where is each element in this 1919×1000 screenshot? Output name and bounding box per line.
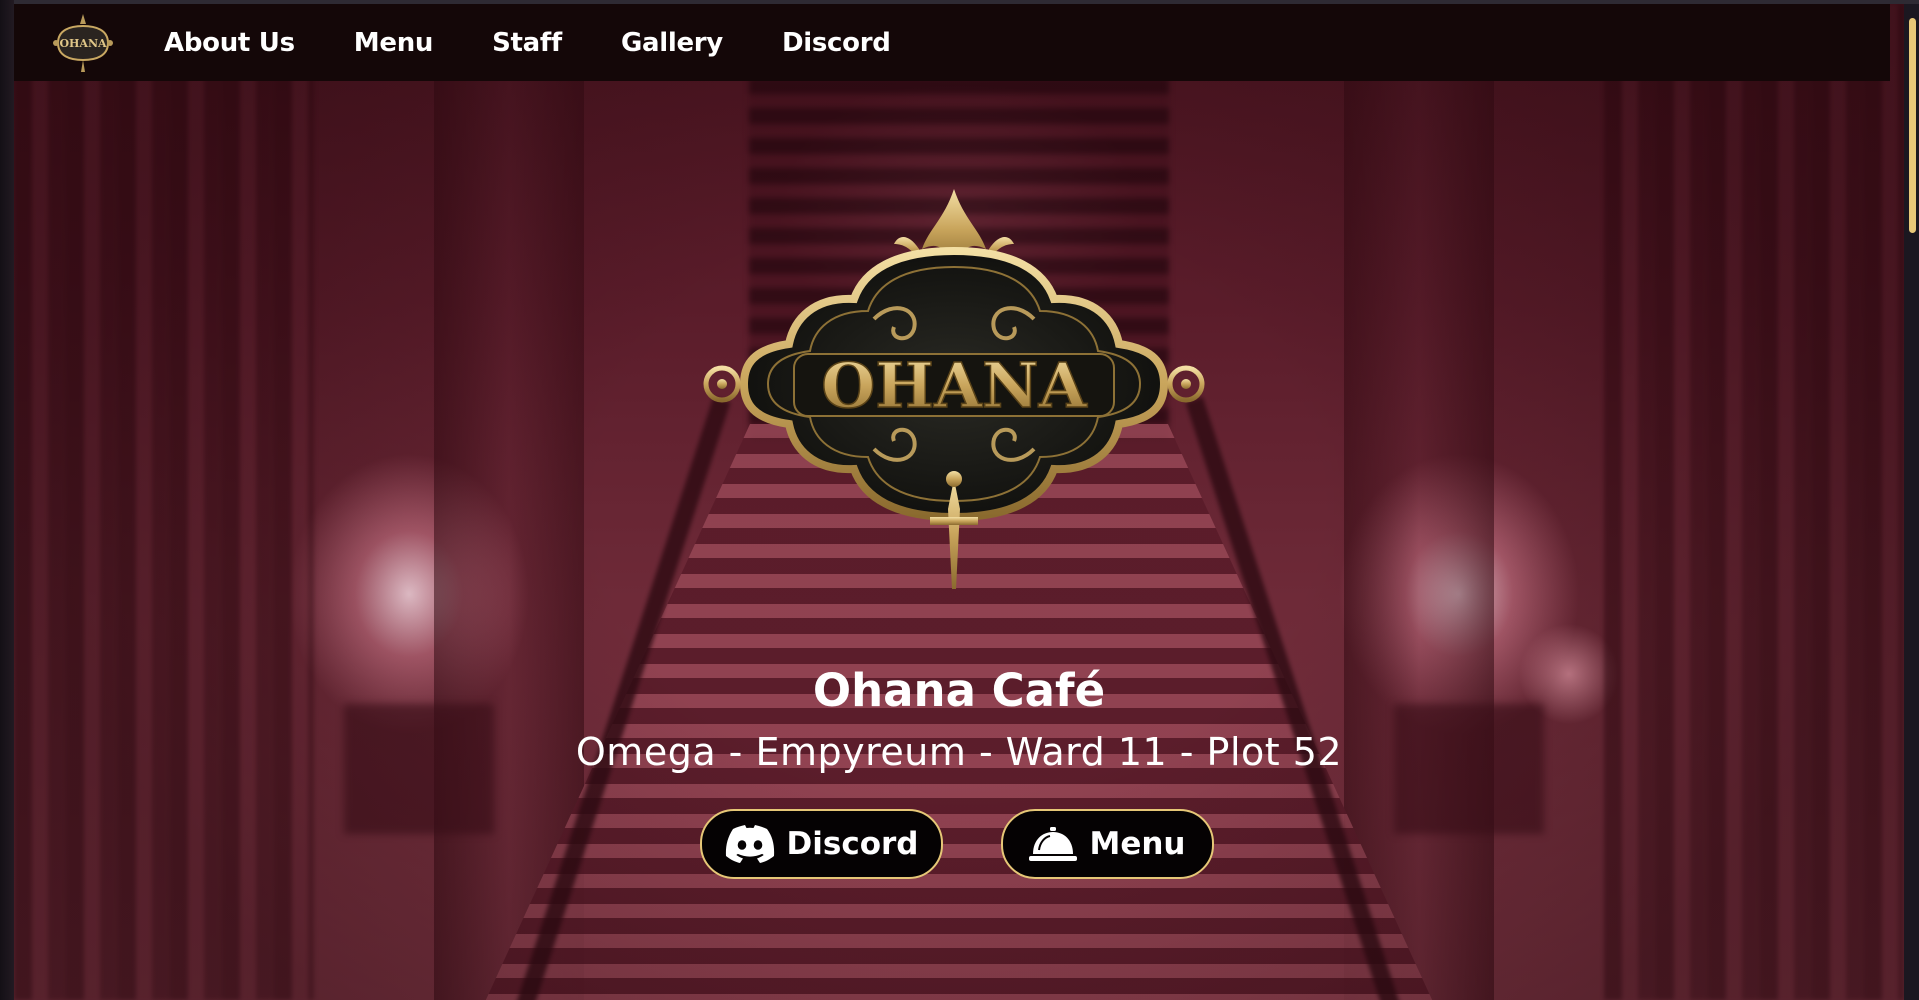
ohana-emblem-icon: OHANA — [703, 189, 1205, 589]
nav-link-discord[interactable]: Discord — [782, 28, 891, 58]
window-left-edge — [0, 0, 14, 1000]
page-scrollbar[interactable] — [1904, 4, 1919, 1000]
background-curtain-right — [1604, 4, 1904, 1000]
scrollbar-thumb[interactable] — [1909, 18, 1916, 233]
hero-subtitle-address: Omega - Empyreum - Ward 11 - Plot 52 — [575, 730, 1343, 774]
nav-link-menu[interactable]: Menu — [354, 28, 434, 58]
nav-link-gallery[interactable]: Gallery — [621, 28, 723, 58]
nav-link-about-us[interactable]: About Us — [164, 28, 295, 58]
page-viewport: OHANA About Us Menu Staff Gallery Discor… — [14, 4, 1904, 1000]
nav-logo[interactable]: OHANA — [48, 12, 118, 74]
background-pillar-right — [1344, 4, 1494, 1000]
svg-text:OHANA: OHANA — [59, 37, 107, 50]
background-curtain-left — [14, 4, 314, 1000]
menu-button[interactable]: Menu — [1001, 809, 1214, 879]
nav-link-staff[interactable]: Staff — [492, 28, 562, 58]
hero-title: Ohana Café — [812, 664, 1106, 717]
browser-frame: OHANA About Us Menu Staff Gallery Discor… — [0, 0, 1919, 1000]
hero-logo: OHANA — [694, 179, 1214, 599]
service-bell-icon — [1029, 826, 1078, 862]
discord-button-label: Discord — [786, 826, 919, 862]
svg-text:OHANA: OHANA — [821, 349, 1087, 422]
ohana-emblem-small-icon: OHANA — [53, 13, 113, 72]
top-navbar: OHANA About Us Menu Staff Gallery Discor… — [14, 4, 1890, 81]
discord-icon — [725, 825, 775, 863]
discord-button[interactable]: Discord — [700, 809, 943, 879]
menu-button-label: Menu — [1089, 826, 1186, 862]
